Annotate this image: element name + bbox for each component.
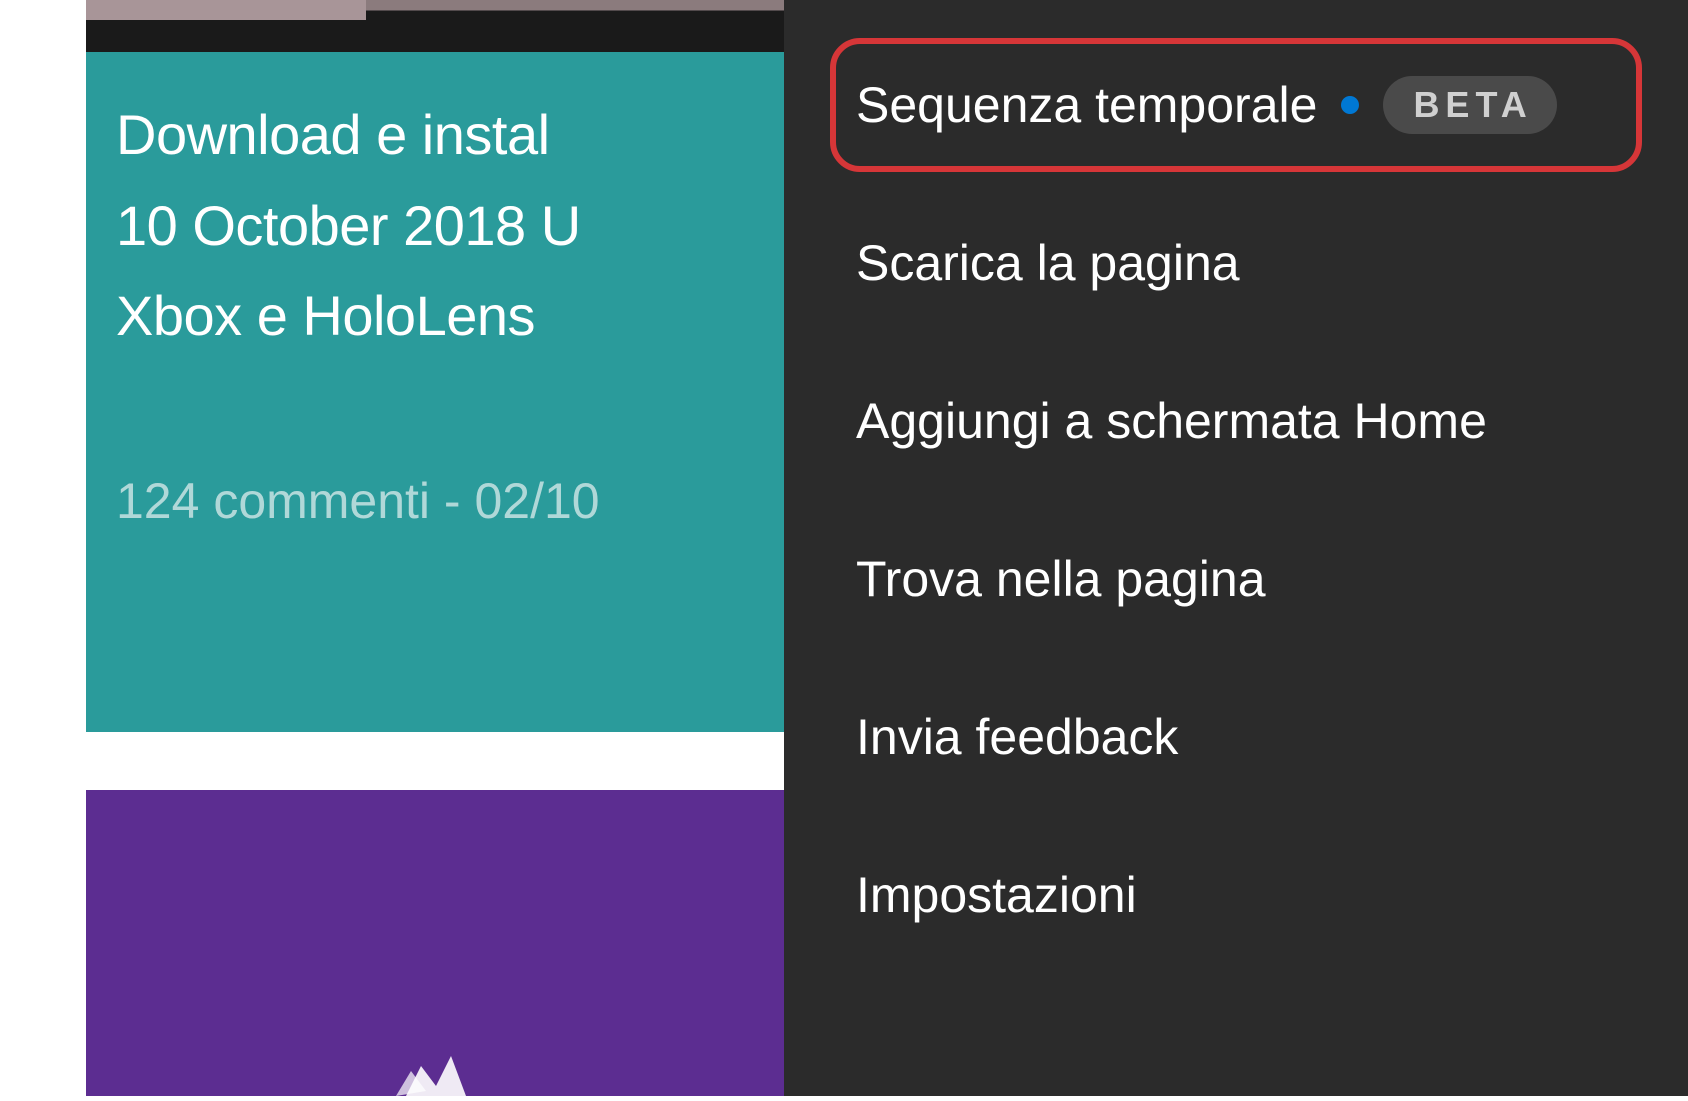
app-icon bbox=[376, 1036, 496, 1096]
article-title-line2: 10 October 2018 U bbox=[116, 194, 581, 257]
article-title-line3: Xbox e HoloLens bbox=[116, 284, 535, 347]
article-title-line1: Download e instal bbox=[116, 103, 550, 166]
beta-badge: BETA bbox=[1383, 76, 1556, 134]
menu-item-timeline[interactable]: Sequenza temporale BETA bbox=[830, 38, 1642, 172]
menu-item-label: Sequenza temporale bbox=[856, 76, 1317, 134]
menu-item-settings[interactable]: Impostazioni bbox=[830, 828, 1642, 962]
menu-item-label: Trova nella pagina bbox=[856, 550, 1266, 608]
menu-item-find-in-page[interactable]: Trova nella pagina bbox=[830, 512, 1642, 646]
article-meta: 124 commenti - 02/10 bbox=[116, 472, 756, 530]
menu-item-download-page[interactable]: Scarica la pagina bbox=[830, 196, 1642, 330]
menu-item-label: Aggiungi a schermata Home bbox=[856, 392, 1487, 450]
menu-item-send-feedback[interactable]: Invia feedback bbox=[830, 670, 1642, 804]
context-menu: Sequenza temporale BETA Scarica la pagin… bbox=[784, 0, 1688, 1096]
menu-item-label: Impostazioni bbox=[856, 866, 1137, 924]
article-thumbnail bbox=[86, 0, 786, 52]
article-card[interactable]: Download e instal 10 October 2018 U Xbox… bbox=[86, 0, 786, 732]
menu-item-label: Invia feedback bbox=[856, 708, 1178, 766]
article-body: Download e instal 10 October 2018 U Xbox… bbox=[86, 52, 786, 732]
article-title: Download e instal 10 October 2018 U Xbox… bbox=[116, 90, 756, 362]
menu-item-add-home[interactable]: Aggiungi a schermata Home bbox=[830, 354, 1642, 488]
menu-item-label: Scarica la pagina bbox=[856, 234, 1240, 292]
page-background: Download e instal 10 October 2018 U Xbox… bbox=[0, 0, 1688, 1096]
second-article-card[interactable] bbox=[86, 790, 786, 1096]
notification-dot-icon bbox=[1341, 96, 1359, 114]
